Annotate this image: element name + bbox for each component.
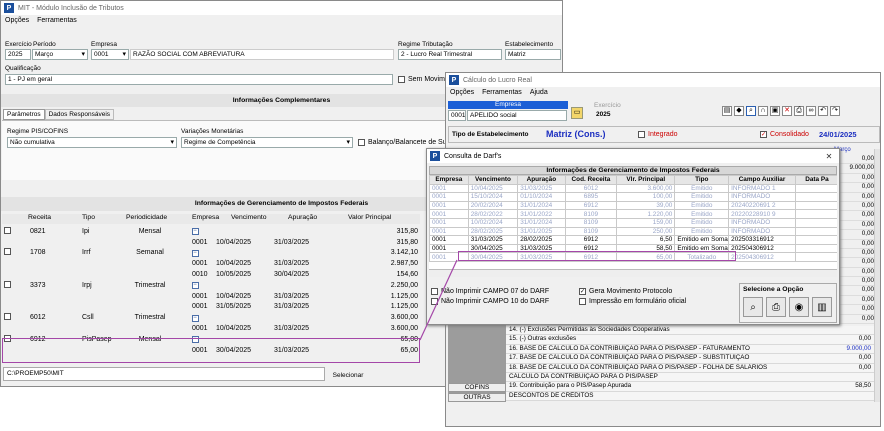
connector-line xyxy=(419,259,458,341)
